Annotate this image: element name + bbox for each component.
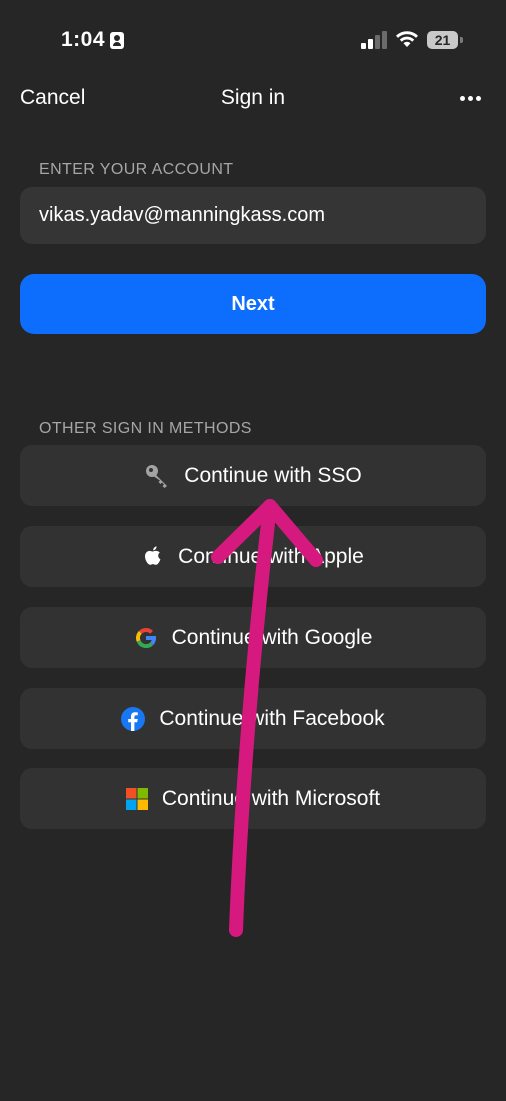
wifi-icon [396,31,418,47]
continue-with-microsoft-button[interactable]: Continue with Microsoft [20,768,486,829]
next-button[interactable]: Next [20,274,486,334]
google-icon [134,626,158,650]
continue-with-facebook-button[interactable]: Continue with Facebook [20,688,486,749]
battery-cap-icon [460,37,463,43]
continue-with-apple-button[interactable]: Continue with Apple [20,526,486,587]
more-options-icon[interactable] [460,96,482,102]
continue-with-google-button[interactable]: Continue with Google [20,607,486,668]
apple-icon [142,545,164,569]
method-label: Continue with SSO [184,463,362,487]
key-icon [144,463,170,489]
method-label: Continue with Google [171,625,373,649]
status-time: 1:04 [61,28,106,51]
facebook-icon [121,706,146,731]
method-label: Continue with Facebook [159,706,385,730]
other-methods-label: OTHER SIGN IN METHODS [39,420,252,437]
microsoft-icon [125,787,148,810]
battery-indicator: 21 [427,31,458,49]
account-email-field[interactable]: vikas.yadav@manningkass.com [20,187,486,244]
method-label: Continue with Apple [178,544,364,568]
status-bar: 1:04 21 [0,0,506,80]
navigation-bar: Cancel Sign in [0,80,506,120]
method-label: Continue with Microsoft [161,786,381,810]
enter-account-label: ENTER YOUR ACCOUNT [39,161,234,178]
continue-with-sso-button[interactable]: Continue with SSO [20,445,486,506]
contact-card-icon [110,32,124,49]
page-title: Sign in [220,86,286,109]
cellular-signal-icon [361,31,387,49]
